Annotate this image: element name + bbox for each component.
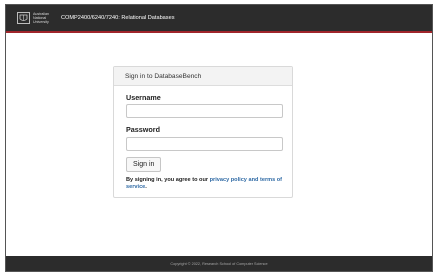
university-logo[interactable]: Australian National University — [17, 12, 53, 24]
password-input[interactable] — [126, 137, 283, 151]
logo-wordmark: Australian National University — [33, 12, 53, 24]
signin-panel: Sign in to DatabaseBench Username Passwo… — [113, 66, 293, 198]
site-title[interactable]: COMP2400/6240/7240: Relational Databases — [61, 15, 175, 21]
copyright-text: Copyright © 2022, Research School of Com… — [170, 261, 268, 266]
terms-notice: By signing in, you agree to our privacy … — [126, 177, 286, 190]
signin-button[interactable]: Sign in — [126, 157, 162, 172]
browser-frame: Australian National University COMP2400/… — [5, 4, 433, 272]
logo-line-3: University — [33, 20, 49, 24]
top-navbar: Australian National University COMP2400/… — [6, 5, 432, 33]
password-label: Password — [126, 125, 160, 134]
crest-icon — [17, 12, 30, 24]
panel-heading: Sign in to DatabaseBench — [114, 67, 292, 86]
username-input[interactable] — [126, 104, 283, 118]
terms-prefix: By signing in, you agree to our — [126, 177, 210, 183]
terms-suffix: . — [145, 183, 147, 190]
footer: Copyright © 2022, Research School of Com… — [6, 256, 432, 271]
username-label: Username — [126, 93, 161, 102]
